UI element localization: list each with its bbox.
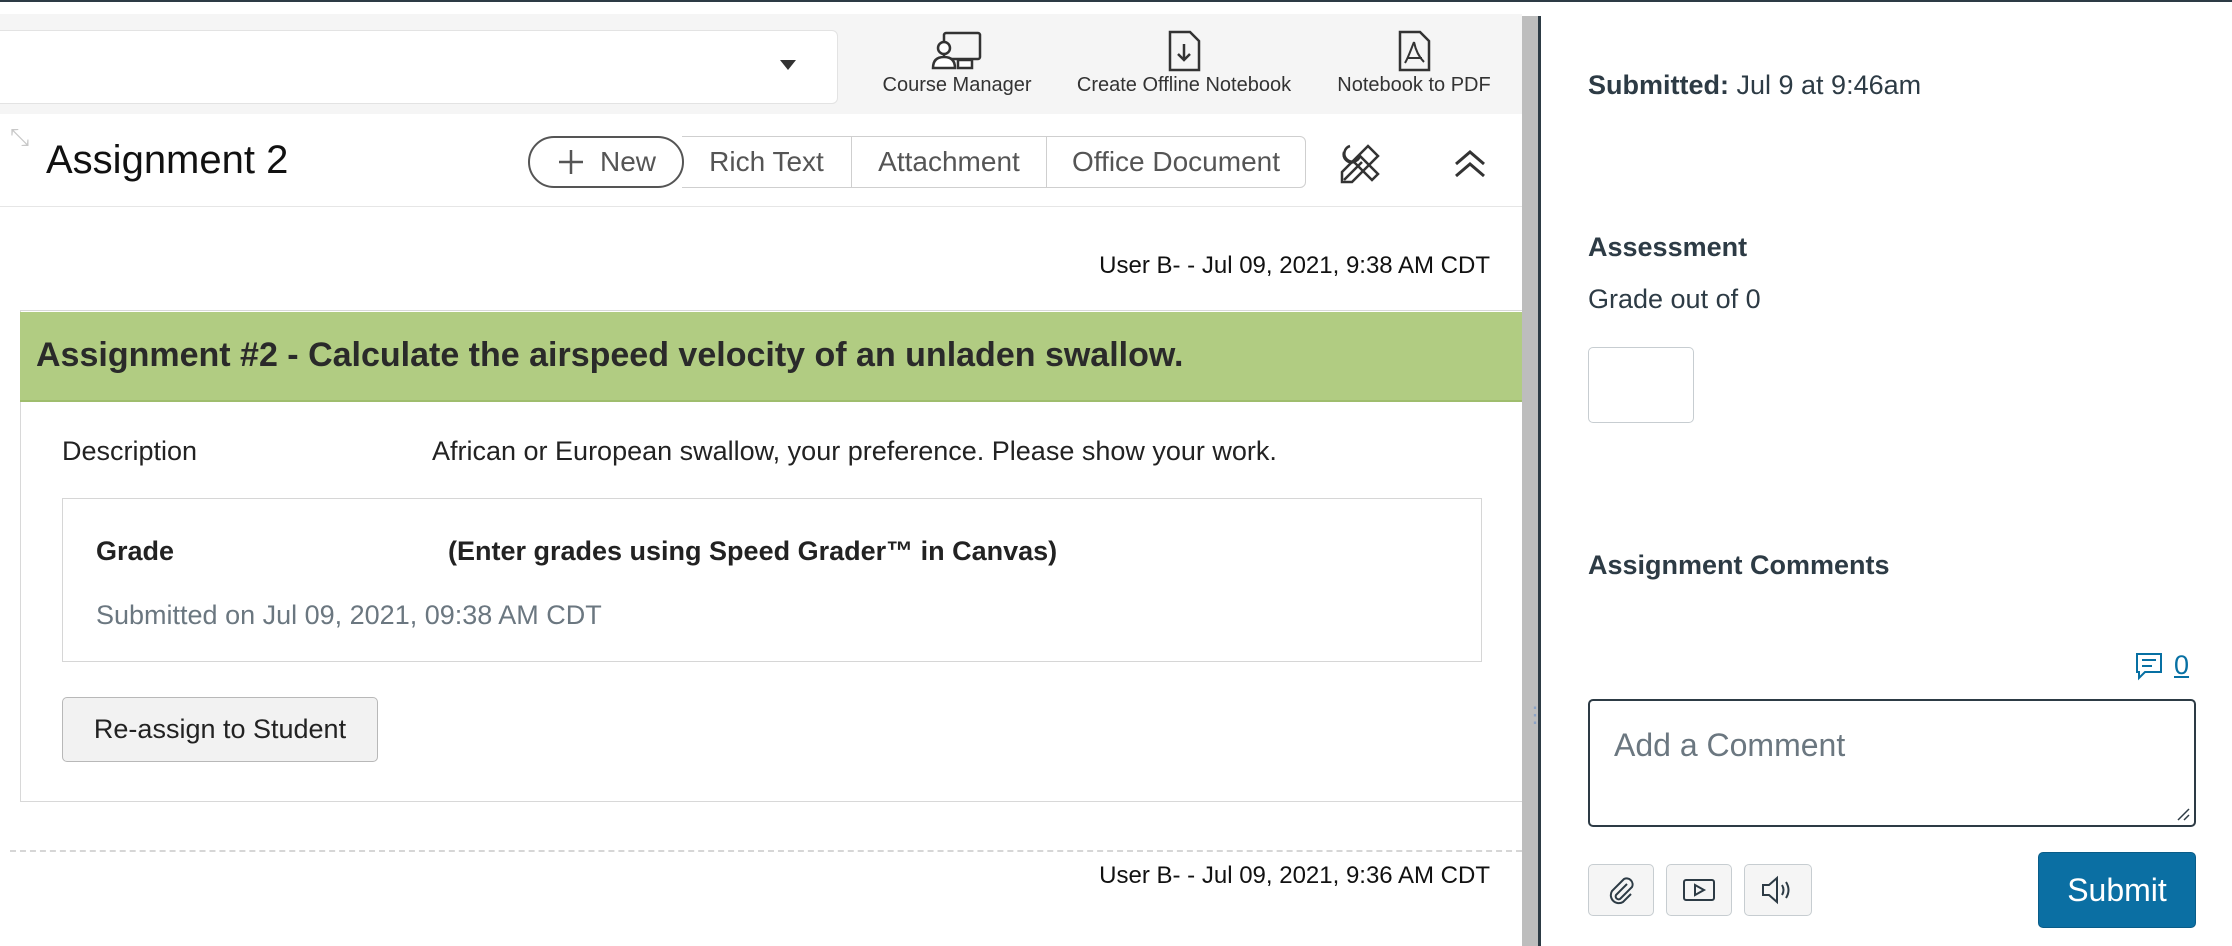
page-title: Assignment 2 — [46, 138, 289, 182]
submitted-label: Submitted: — [1588, 70, 1729, 100]
reassign-button[interactable]: Re-assign to Student — [62, 697, 378, 762]
comment-icon — [2136, 652, 2162, 680]
comment-placeholder: Add a Comment — [1614, 727, 1846, 763]
grade-note: (Enter grades using Speed Grader™ in Can… — [448, 536, 1058, 566]
office-document-button[interactable]: Office Document — [1046, 136, 1306, 188]
grade-label: Grade — [96, 536, 175, 566]
textarea-resize-icon[interactable] — [2174, 805, 2190, 821]
assessment-heading: Assessment — [1588, 232, 1748, 262]
new-button-label: New — [599, 146, 656, 177]
submit-button[interactable]: Submit — [2038, 852, 2196, 928]
course-manager-button[interactable]: Course Manager — [876, 30, 1038, 104]
course-manager-icon — [931, 31, 982, 70]
new-button[interactable]: New — [528, 136, 684, 188]
entry-meta: User B- - Jul 09, 2021, 9:36 AM CDT — [1099, 862, 1490, 889]
audio-icon — [1762, 875, 1790, 905]
notebook-dropdown[interactable] — [0, 30, 838, 104]
comments-heading: Assignment Comments — [1588, 550, 1890, 580]
entry-separator — [10, 850, 1522, 852]
media-comment-button[interactable] — [1666, 864, 1732, 916]
paperclip-icon — [1609, 877, 1634, 905]
tools-icon[interactable] — [1338, 140, 1384, 186]
media-icon — [1683, 879, 1715, 901]
audio-comment-button[interactable] — [1744, 864, 1812, 916]
plus-icon — [558, 150, 583, 174]
assignment-title: Assignment #2 - Calculate the airspeed v… — [36, 336, 1184, 374]
submitted-on-text: Submitted on Jul 09, 2021, 09:38 AM CDT — [96, 600, 602, 630]
dropdown-caret-icon[interactable] — [780, 60, 796, 70]
notebook-pdf-label: Notebook to PDF — [1337, 74, 1491, 96]
attachment-button[interactable]: Attachment — [851, 136, 1047, 188]
collapse-up-icon[interactable] — [1452, 148, 1488, 178]
comment-textarea[interactable]: Add a Comment — [1588, 699, 2196, 827]
description-value: African or European swallow, your prefer… — [432, 436, 1277, 466]
submitted-status: Submitted: Jul 9 at 9:46am — [1588, 70, 1921, 101]
description-label: Description — [62, 436, 198, 466]
rich-text-button[interactable]: Rich Text — [682, 136, 852, 188]
attach-file-button[interactable] — [1588, 864, 1654, 916]
pdf-icon — [1398, 30, 1431, 72]
offline-notebook-icon — [1168, 30, 1201, 72]
comment-count: 0 — [2174, 650, 2190, 680]
comment-count-link[interactable]: 0 — [2134, 650, 2189, 681]
grade-box — [62, 498, 1482, 662]
offline-notebook-button[interactable]: Create Offline Notebook — [1070, 30, 1298, 104]
grade-input[interactable] — [1588, 347, 1694, 423]
grade-out-of: Grade out of 0 — [1588, 284, 1761, 314]
resize-icon[interactable]: ⤡ — [10, 124, 29, 152]
entry-meta: User B- - Jul 09, 2021, 9:38 AM CDT — [1099, 252, 1490, 279]
pane-divider[interactable] — [1522, 16, 1538, 946]
notebook-pdf-button[interactable]: Notebook to PDF — [1330, 30, 1498, 104]
offline-notebook-label: Create Offline Notebook — [1076, 74, 1292, 96]
submitted-value: Jul 9 at 9:46am — [1729, 70, 1922, 100]
course-manager-label: Course Manager — [882, 74, 1032, 96]
